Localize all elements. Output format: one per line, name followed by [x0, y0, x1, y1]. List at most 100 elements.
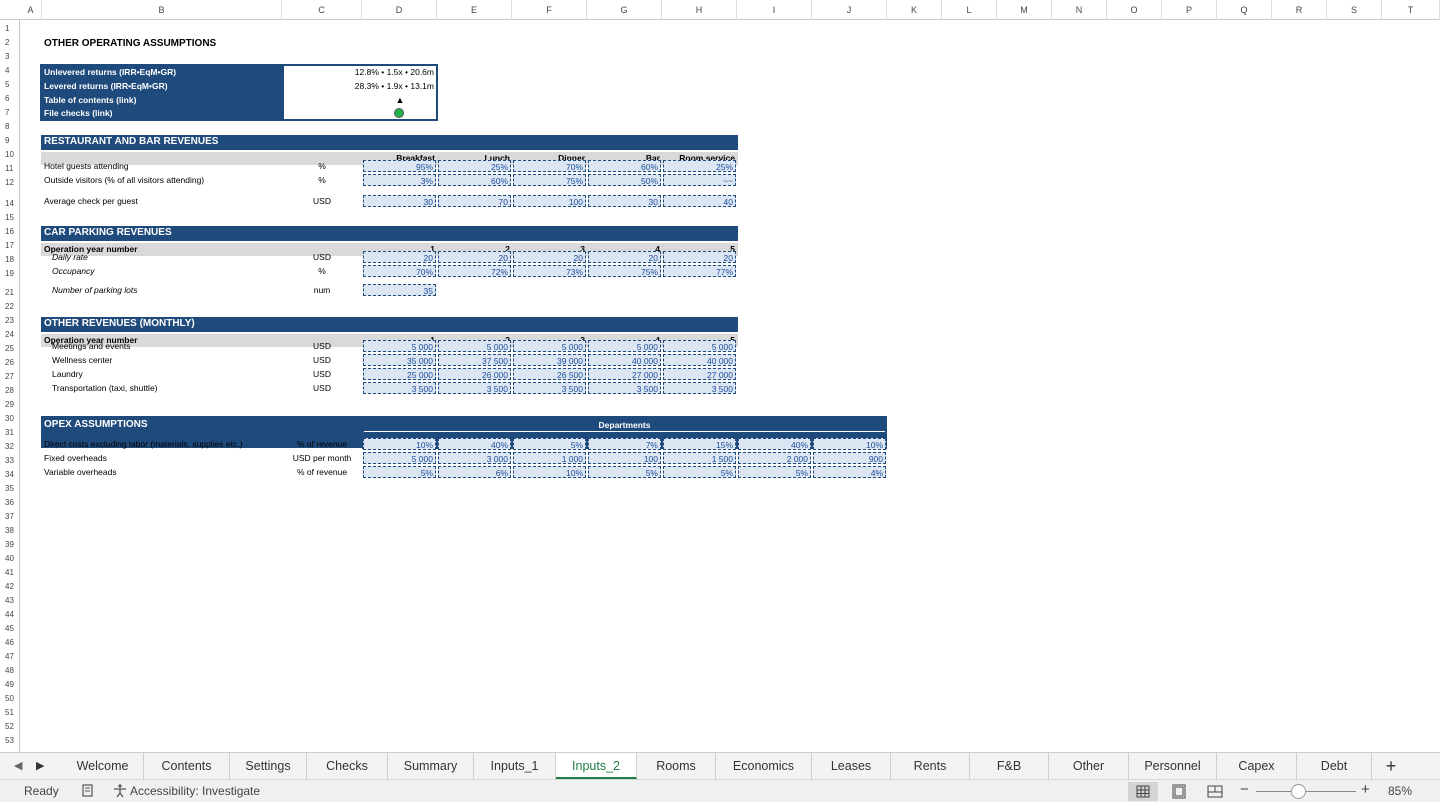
row-header[interactable]: 9	[0, 134, 20, 148]
row-header[interactable]: 24	[0, 328, 20, 342]
opex-input-cell[interactable]: 6%	[438, 466, 511, 478]
column-header[interactable]: K	[887, 0, 942, 20]
row-header[interactable]: 11	[0, 162, 20, 176]
sheet-tab[interactable]: Welcome	[62, 753, 144, 779]
row-header[interactable]: 37	[0, 510, 20, 524]
other-revenues-input-cell[interactable]: 3 500	[513, 382, 586, 394]
sheet-tab[interactable]: Economics	[716, 753, 812, 779]
column-header[interactable]: Q	[1217, 0, 1272, 20]
parking-input-cell[interactable]: 20	[663, 251, 736, 263]
sheet-tab[interactable]: Contents	[144, 753, 230, 779]
opex-input-cell[interactable]: 10%	[813, 438, 886, 450]
opex-input-cell[interactable]: 4%	[813, 466, 886, 478]
accessibility-status[interactable]: Accessibility: Investigate	[130, 784, 260, 798]
row-header[interactable]: 49	[0, 678, 20, 692]
restaurant-input-cell[interactable]: 25%	[663, 160, 736, 172]
other-revenues-input-cell[interactable]: 40 000	[588, 354, 661, 366]
opex-input-cell[interactable]: 40%	[738, 438, 811, 450]
opex-input-cell[interactable]: 15%	[663, 438, 736, 450]
row-header[interactable]: 33	[0, 454, 20, 468]
other-revenues-input-cell[interactable]: 40 000	[663, 354, 736, 366]
opex-input-cell[interactable]: 5%	[513, 438, 586, 450]
column-header[interactable]: R	[1272, 0, 1327, 20]
row-header[interactable]: 38	[0, 524, 20, 538]
parking-lots-input[interactable]: 35	[363, 284, 436, 296]
restaurant-input-cell[interactable]: 75%	[513, 174, 586, 186]
row-header[interactable]: 17	[0, 239, 20, 253]
row-header[interactable]: 47	[0, 650, 20, 664]
sheet-tab[interactable]: Summary	[388, 753, 474, 779]
file-check-status-icon[interactable]	[394, 108, 404, 118]
row-header[interactable]: 31	[0, 426, 20, 440]
row-header[interactable]: 22	[0, 300, 20, 314]
row-header[interactable]: 36	[0, 496, 20, 510]
row-header[interactable]: 23	[0, 314, 20, 328]
column-header[interactable]: G	[587, 0, 662, 20]
parking-input-cell[interactable]: 72%	[438, 265, 511, 277]
page-break-view-button[interactable]	[1200, 782, 1230, 801]
sheet-tab[interactable]: Capex	[1217, 753, 1297, 779]
column-header[interactable]: I	[737, 0, 812, 20]
zoom-in-button[interactable]: +	[1361, 781, 1370, 798]
sheet-tab[interactable]: Personnel	[1129, 753, 1217, 779]
row-header[interactable]: 40	[0, 552, 20, 566]
row-header[interactable]: 51	[0, 706, 20, 720]
column-header[interactable]: B	[42, 0, 282, 20]
restaurant-input-cell[interactable]: 3%	[363, 174, 436, 186]
restaurant-input-cell[interactable]: 95%	[363, 160, 436, 172]
parking-input-cell[interactable]: 73%	[513, 265, 586, 277]
column-header[interactable]: T	[1382, 0, 1440, 20]
add-sheet-button[interactable]: +	[1372, 753, 1410, 779]
row-header[interactable]: 43	[0, 594, 20, 608]
row-header[interactable]: 53	[0, 734, 20, 748]
scroll-right-icon[interactable]: ▶	[36, 759, 44, 772]
row-header[interactable]: 44	[0, 608, 20, 622]
row-header[interactable]: 29	[0, 398, 20, 412]
row-header[interactable]: 46	[0, 636, 20, 650]
zoom-out-button[interactable]: −	[1240, 781, 1249, 798]
other-revenues-input-cell[interactable]: 37 500	[438, 354, 511, 366]
row-header[interactable]: 18	[0, 253, 20, 267]
opex-input-cell[interactable]: 10%	[363, 438, 436, 450]
parking-input-cell[interactable]: 75%	[588, 265, 661, 277]
opex-input-cell[interactable]: 10%	[513, 466, 586, 478]
column-header[interactable]: L	[942, 0, 997, 20]
opex-input-cell[interactable]: 5%	[663, 466, 736, 478]
opex-input-cell[interactable]: 7%	[588, 438, 661, 450]
sheet-tab[interactable]: Settings	[230, 753, 307, 779]
other-revenues-input-cell[interactable]: 3 500	[438, 382, 511, 394]
opex-input-cell[interactable]: 5%	[738, 466, 811, 478]
other-revenues-input-cell[interactable]: 39 000	[513, 354, 586, 366]
column-header[interactable]: P	[1162, 0, 1217, 20]
scroll-left-icon[interactable]: ◀	[14, 759, 22, 772]
column-header[interactable]: E	[437, 0, 512, 20]
row-header[interactable]: 7	[0, 106, 20, 120]
parking-input-cell[interactable]: 77%	[663, 265, 736, 277]
parking-input-cell[interactable]: 70%	[363, 265, 436, 277]
row-header[interactable]: 21	[0, 286, 20, 300]
row-header[interactable]: 3	[0, 50, 20, 64]
zoom-level[interactable]: 85%	[1388, 784, 1412, 798]
row-header[interactable]: 39	[0, 538, 20, 552]
other-revenues-input-cell[interactable]: 5 000	[513, 340, 586, 352]
restaurant-input-cell[interactable]: 30	[363, 195, 436, 207]
row-header[interactable]: 45	[0, 622, 20, 636]
opex-input-cell[interactable]: 1 000	[513, 452, 586, 464]
row-header[interactable]: 32	[0, 440, 20, 454]
restaurant-input-cell[interactable]: 60%	[438, 174, 511, 186]
other-revenues-input-cell[interactable]: 25 000	[363, 368, 436, 380]
other-revenues-input-cell[interactable]: 27 000	[663, 368, 736, 380]
sheet-tab[interactable]: Leases	[812, 753, 891, 779]
opex-input-cell[interactable]: 900	[813, 452, 886, 464]
column-header[interactable]: J	[812, 0, 887, 20]
opex-input-cell[interactable]: 40%	[438, 438, 511, 450]
other-revenues-input-cell[interactable]: 3 500	[663, 382, 736, 394]
opex-input-cell[interactable]: 5%	[363, 466, 436, 478]
normal-view-button[interactable]	[1128, 782, 1158, 801]
other-revenues-input-cell[interactable]: 26 500	[513, 368, 586, 380]
row-header[interactable]: 8	[0, 120, 20, 134]
row-header[interactable]: 25	[0, 342, 20, 356]
restaurant-input-cell[interactable]: 25%	[438, 160, 511, 172]
other-revenues-input-cell[interactable]: 5 000	[588, 340, 661, 352]
restaurant-input-cell[interactable]: 60%	[588, 160, 661, 172]
